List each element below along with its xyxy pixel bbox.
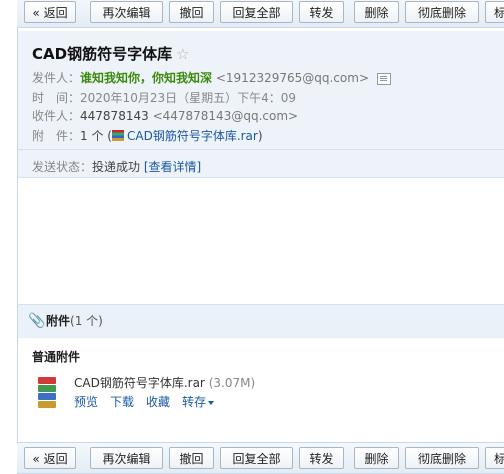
paperclip-icon: 📎 xyxy=(28,313,46,329)
back-button-bottom[interactable]: « 返回 xyxy=(24,447,76,469)
status-row: 发送状态：投递成功 [查看详情] xyxy=(32,158,201,175)
attachment-link[interactable]: CAD钢筋符号字体库.rar xyxy=(127,129,258,143)
mark-button-bottom[interactable]: 标 xyxy=(485,447,504,469)
recall-button[interactable]: 撤回 xyxy=(169,1,214,23)
rar-file-icon-large[interactable] xyxy=(38,377,56,408)
reply-all-button[interactable]: 回复全部 xyxy=(220,1,293,23)
bottom-toolbar: « 返回 再次编辑 撤回 回复全部 转发 删除 彻底删除 标 xyxy=(17,442,504,474)
sender-address: <1912329765@qq.com> xyxy=(215,71,369,85)
save-to-link[interactable]: 转存 xyxy=(182,395,215,409)
star-icon[interactable]: ☆ xyxy=(176,45,189,63)
attachments-body: 普通附件 CAD钢筋符号字体库.rar (3.07M) 预览 下载 收藏 转存 xyxy=(18,338,504,436)
chevron-down-icon xyxy=(208,400,215,405)
attachments-header: 📎 附件(1 个) xyxy=(18,304,504,339)
mail-subject: CAD钢筋符号字体库 ☆ xyxy=(32,43,190,64)
attach-row: 附 件：1 个 (CAD钢筋符号字体库.rar) xyxy=(32,129,263,143)
status-value: 投递成功 xyxy=(92,160,141,174)
download-link[interactable]: 下载 xyxy=(110,395,134,409)
time-row: 时 间：2020年10月23日（星期五）下午4：09 xyxy=(32,89,296,106)
to-row: 收件人：447878143 <447878143@qq.com> xyxy=(32,107,298,124)
from-row: 发件人：谁知我知你，你知我知深 <1912329765@qq.com> xyxy=(32,69,391,86)
delete-button-bottom[interactable]: 删除 xyxy=(354,447,399,469)
attach-count: 1 个 xyxy=(80,129,104,143)
delete-permanently-button-bottom[interactable]: 彻底删除 xyxy=(405,447,479,469)
attachment-size: (3.07M) xyxy=(208,376,256,390)
attachments-title: 附件(1 个) xyxy=(46,305,103,338)
status-label: 发送状态： xyxy=(32,160,93,174)
contact-card-icon[interactable] xyxy=(377,72,391,85)
attachment-file: CAD钢筋符号字体库.rar (3.07M) xyxy=(74,374,255,391)
resend-button[interactable]: 再次编辑 xyxy=(90,1,163,23)
top-toolbar: « 返回 再次编辑 撤回 回复全部 转发 删除 彻底删除 标 xyxy=(17,0,504,28)
delete-button[interactable]: 删除 xyxy=(354,1,399,23)
left-margin xyxy=(0,0,17,468)
normal-attachments-label: 普通附件 xyxy=(32,350,81,364)
to-label: 收件人： xyxy=(32,109,81,123)
forward-button-bottom[interactable]: 转发 xyxy=(299,447,344,469)
back-button[interactable]: « 返回 xyxy=(24,1,76,23)
time-value: 2020年10月23日（星期五）下午4：09 xyxy=(80,91,296,105)
attachments-title-text: 附件 xyxy=(46,314,71,328)
subject-text: CAD钢筋符号字体库 xyxy=(32,45,173,63)
save-to-label: 转存 xyxy=(182,395,207,409)
recall-button-bottom[interactable]: 撤回 xyxy=(169,447,214,469)
delete-permanently-button[interactable]: 彻底删除 xyxy=(405,1,479,23)
recipient-name[interactable]: 447878143 xyxy=(80,109,149,123)
favorite-link[interactable]: 收藏 xyxy=(146,395,170,409)
resend-button-bottom[interactable]: 再次编辑 xyxy=(90,447,163,469)
sender-name[interactable]: 谁知我知你，你知我知深 xyxy=(80,71,212,85)
time-label: 时 间： xyxy=(32,91,81,105)
status-details-link[interactable]: [查看详情] xyxy=(144,160,201,174)
rar-file-icon xyxy=(111,130,124,141)
recipient-address: <447878143@qq.com> xyxy=(152,109,299,123)
reply-all-button-bottom[interactable]: 回复全部 xyxy=(220,447,293,469)
status-bar: 发送状态：投递成功 [查看详情] xyxy=(18,149,504,178)
mail-header: CAD钢筋符号字体库 ☆ 发件人：谁知我知你，你知我知深 <1912329765@… xyxy=(18,31,504,178)
attachment-actions: 预览 下载 收藏 转存 xyxy=(74,393,226,410)
attach-label: 附 件： xyxy=(32,129,81,143)
forward-button[interactable]: 转发 xyxy=(299,1,344,23)
from-label: 发件人： xyxy=(32,71,81,85)
mark-button[interactable]: 标 xyxy=(485,1,504,23)
attachment-filename[interactable]: CAD钢筋符号字体库.rar xyxy=(74,376,205,390)
attachments-count: (1 个) xyxy=(70,314,103,328)
preview-link[interactable]: 预览 xyxy=(74,395,98,409)
